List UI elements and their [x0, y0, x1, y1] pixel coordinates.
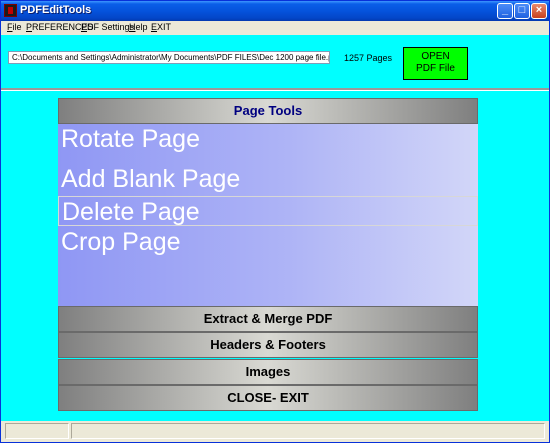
add-blank-page-button[interactable]: Add Blank Page — [58, 164, 478, 194]
menu-help[interactable]: Help — [129, 22, 148, 32]
rotate-page-button[interactable]: Rotate Page — [58, 124, 478, 154]
images-button[interactable]: Images — [58, 359, 478, 385]
menu-bar: File PREFERENCES PDF Settings Help EXIT — [1, 21, 549, 35]
app-icon — [4, 4, 17, 17]
open-pdf-label-line2: PDF File — [416, 63, 455, 74]
open-pdf-button[interactable]: OPEN PDF File — [403, 47, 468, 80]
open-pdf-label-line1: OPEN — [421, 51, 450, 62]
delete-page-button[interactable]: Delete Page — [58, 196, 478, 226]
menu-file[interactable]: File — [7, 22, 22, 32]
file-path-field[interactable]: C:\Documents and Settings\Administrator\… — [8, 51, 330, 64]
window-title: PDFEditTools — [20, 4, 92, 16]
file-panel: C:\Documents and Settings\Administrator\… — [1, 35, 549, 90]
minimize-button[interactable]: _ — [497, 3, 513, 19]
main-area: Page Tools Rotate Page Add Blank Page De… — [1, 90, 549, 421]
menu-pdf-settings[interactable]: PDF Settings — [81, 22, 134, 32]
maximize-button[interactable]: □ — [514, 3, 530, 19]
headers-footers-button[interactable]: Headers & Footers — [58, 332, 478, 358]
status-bar — [1, 421, 549, 442]
status-cell-1 — [5, 423, 69, 439]
page-tools-list: Rotate Page Add Blank Page Delete Page C… — [58, 124, 478, 306]
title-bar[interactable]: PDFEditTools _ □ × — [1, 1, 549, 21]
extract-merge-button[interactable]: Extract & Merge PDF — [58, 306, 478, 332]
status-cell-2 — [71, 423, 545, 439]
crop-page-button[interactable]: Crop Page — [58, 227, 478, 257]
page-count-label: 1257 Pages — [344, 53, 393, 63]
close-exit-button[interactable]: CLOSE- EXIT — [58, 385, 478, 411]
app-window: PDFEditTools _ □ × File PREFERENCES PDF … — [0, 0, 550, 443]
page-tools-header[interactable]: Page Tools — [58, 98, 478, 124]
close-button[interactable]: × — [531, 3, 547, 19]
menu-exit[interactable]: EXIT — [151, 22, 171, 32]
tools-panel: Page Tools Rotate Page Add Blank Page De… — [58, 98, 478, 412]
